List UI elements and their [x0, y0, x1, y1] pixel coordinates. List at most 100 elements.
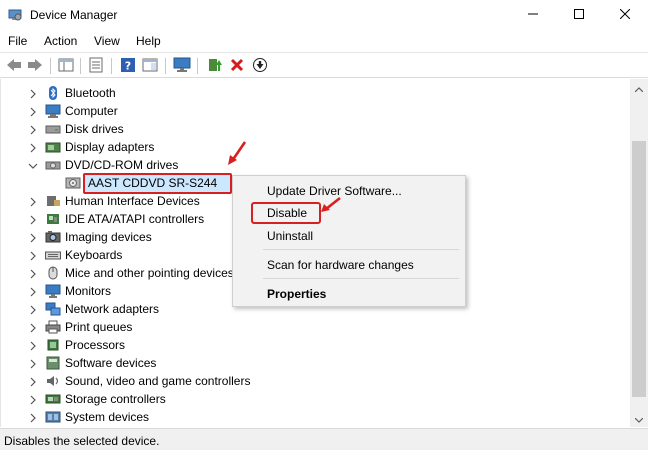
scroll-thumb[interactable] [632, 141, 646, 397]
scroll-down-button[interactable] [630, 410, 648, 427]
tree-item-label: Mice and other pointing devices [65, 266, 234, 280]
tree-item-label: IDE ATA/ATAPI controllers [65, 212, 205, 226]
toolbar-separator [50, 58, 51, 74]
hid-icon [45, 194, 61, 208]
tree-category-item[interactable]: Print queues [1, 318, 630, 336]
tree-category-item[interactable]: DVD/CD-ROM drives [1, 156, 630, 174]
tree-item-label: Disk drives [65, 122, 124, 136]
tree-item-label: Display adapters [65, 140, 155, 154]
vertical-scrollbar[interactable] [630, 79, 648, 427]
action-pane-button[interactable] [140, 56, 160, 76]
status-text: Disables the selected device. [4, 434, 160, 448]
back-button[interactable] [4, 56, 24, 76]
svg-text:?: ? [125, 59, 131, 72]
scan-monitor-button[interactable] [172, 56, 192, 76]
tree-category-item[interactable]: Processors [1, 336, 630, 354]
menu-properties[interactable]: Properties [267, 287, 326, 301]
tree-item-label: Software devices [65, 356, 157, 370]
menu-action[interactable]: Action [44, 34, 77, 48]
tree-item-label: Network adapters [65, 302, 160, 316]
menu-uninstall[interactable]: Uninstall [267, 229, 313, 243]
minimize-icon [528, 8, 538, 22]
tree-item-label: Print queues [65, 320, 133, 334]
chevron-right-icon[interactable] [28, 196, 38, 207]
update-driver-button[interactable] [205, 56, 225, 76]
disable-device-button[interactable] [250, 56, 270, 76]
tree-category-item[interactable]: Display adapters [1, 138, 630, 156]
tree-item-label: Human Interface Devices [65, 194, 200, 208]
show-hide-console-tree-button[interactable] [56, 56, 76, 76]
dvd-drive-icon [45, 158, 61, 172]
keyboard-icon [45, 248, 61, 262]
toolbar: ? [0, 52, 648, 78]
forward-button[interactable] [25, 56, 45, 76]
monitor-icon [45, 284, 61, 298]
tree-item-label: Keyboards [65, 248, 123, 262]
chevron-right-icon[interactable] [28, 394, 38, 405]
menu-separator [263, 278, 459, 279]
help-button[interactable]: ? [118, 56, 138, 76]
tree-category-item[interactable]: System devices [1, 408, 630, 426]
dvd-device-icon [65, 176, 81, 190]
menu-help[interactable]: Help [136, 34, 161, 48]
tree-item-label: Processors [65, 338, 126, 352]
tree-category-item[interactable]: Sound, video and game controllers [1, 372, 630, 390]
chevron-right-icon[interactable] [28, 286, 38, 297]
chevron-right-icon[interactable] [28, 304, 38, 315]
minimize-button[interactable] [510, 0, 556, 30]
chevron-right-icon[interactable] [28, 250, 38, 261]
back-arrow-icon [6, 58, 22, 75]
processor-icon [45, 338, 61, 352]
chevron-right-icon[interactable] [28, 358, 38, 369]
close-icon [619, 8, 631, 22]
properties-icon [88, 57, 104, 76]
properties-button[interactable] [86, 56, 106, 76]
speaker-icon [45, 374, 61, 388]
chevron-right-icon[interactable] [28, 376, 38, 387]
tree-item-label: Imaging devices [65, 230, 152, 244]
storage-controller-icon [45, 392, 61, 406]
tree-category-item[interactable]: Storage controllers [1, 390, 630, 408]
chevron-right-icon[interactable] [28, 88, 38, 99]
tree-category-item[interactable]: Computer [1, 102, 630, 120]
context-menu: Update Driver Software... Disable Uninst… [232, 175, 466, 307]
chevron-down-icon[interactable] [28, 160, 38, 170]
monitor-icon [173, 57, 191, 76]
chevron-right-icon[interactable] [28, 322, 38, 333]
disk-drive-icon [45, 122, 61, 136]
menu-view[interactable]: View [94, 34, 120, 48]
tree-category-item[interactable]: Bluetooth [1, 84, 630, 102]
menu-scan-hardware-changes[interactable]: Scan for hardware changes [267, 258, 414, 272]
update-driver-icon [207, 57, 223, 76]
chevron-right-icon[interactable] [28, 232, 38, 243]
uninstall-button[interactable] [227, 56, 247, 76]
chevron-right-icon[interactable] [28, 340, 38, 351]
toolbar-separator [111, 58, 112, 74]
tree-item-label: AAST CDDVD SR-S244 [88, 176, 218, 190]
maximize-icon [574, 8, 584, 22]
chevron-right-icon[interactable] [28, 142, 38, 153]
chevron-right-icon[interactable] [28, 412, 38, 423]
action-pane-icon [142, 58, 158, 75]
disable-device-icon [252, 57, 268, 76]
menu-file[interactable]: File [8, 34, 27, 48]
forward-arrow-icon [27, 58, 43, 75]
chevron-right-icon[interactable] [28, 106, 38, 117]
tree-item-label: DVD/CD-ROM drives [65, 158, 179, 172]
annotation-arrow-icon [320, 196, 342, 217]
uninstall-x-icon [230, 58, 244, 75]
toolbar-separator [80, 58, 81, 74]
tree-item-label: Sound, video and game controllers [65, 374, 251, 388]
menu-disable[interactable]: Disable [267, 206, 307, 220]
scroll-up-button[interactable] [630, 79, 648, 96]
printer-icon [45, 320, 61, 334]
chevron-right-icon[interactable] [28, 268, 38, 279]
close-button[interactable] [602, 0, 648, 30]
chevron-right-icon[interactable] [28, 214, 38, 225]
tree-category-item[interactable]: Disk drives [1, 120, 630, 138]
chevron-right-icon[interactable] [28, 124, 38, 135]
mouse-icon [45, 266, 61, 280]
maximize-button[interactable] [556, 0, 602, 30]
tree-category-item[interactable]: Software devices [1, 354, 630, 372]
tree-item-label: System devices [65, 410, 150, 424]
